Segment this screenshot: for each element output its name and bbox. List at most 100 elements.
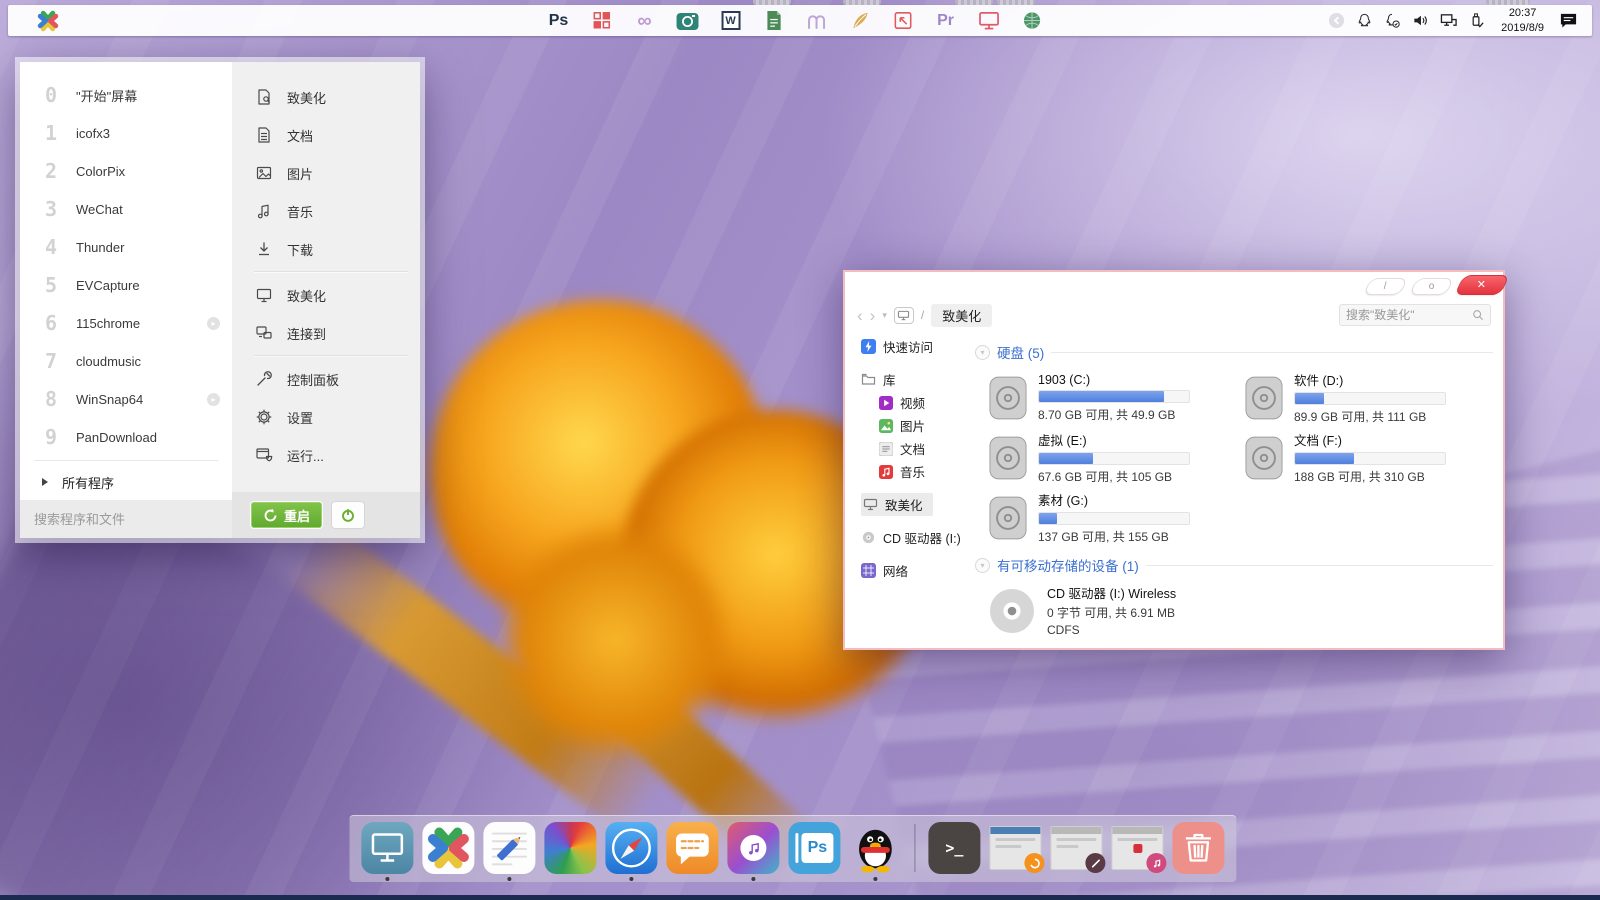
zhimeihua-logo-icon[interactable] xyxy=(36,9,60,33)
volume-icon[interactable] xyxy=(1411,11,1430,30)
dock-item-safari[interactable] xyxy=(605,822,657,881)
drive-c[interactable]: 1903 (C:) 8.70 GB 可用, 共 49.9 GB xyxy=(989,370,1237,425)
close-button[interactable]: ✕ xyxy=(1454,275,1510,295)
usb-icon[interactable] xyxy=(1467,11,1486,30)
dock-item-notes[interactable] xyxy=(483,822,535,881)
messages-bubble-icon xyxy=(666,822,718,874)
globe-icon[interactable] xyxy=(1020,9,1044,33)
start-menu-settings-item[interactable]: 设置 xyxy=(232,398,420,436)
hard-disks-section-header[interactable]: ▾ 硬盘 (5) xyxy=(975,342,1493,362)
start-menu-recent-apps: 0 "开始"屏幕 1 icofx3 2 ColorPix 3 WeChat 4 … xyxy=(20,62,232,538)
start-menu-connect-item[interactable]: 连接到 xyxy=(232,314,420,352)
start-menu-item-colorpix[interactable]: 2 ColorPix xyxy=(20,152,232,190)
history-dropdown-icon[interactable]: ▾ xyxy=(882,310,887,321)
dock-item-messages[interactable] xyxy=(666,822,718,874)
start-menu-item-winsnap64[interactable]: 8 WinSnap64 ▸ xyxy=(20,380,232,418)
collapse-chevron-icon[interactable]: ▾ xyxy=(975,345,990,360)
dock-item-window-preview-1[interactable] xyxy=(989,822,1041,870)
start-menu-music-item[interactable]: 音乐 xyxy=(232,192,420,230)
bottom-edge-bar xyxy=(0,895,1600,900)
removable-devices-section-header[interactable]: ▾ 有可移动存储的设备 (1) xyxy=(975,555,1493,575)
drive-f[interactable]: 文档 (F:) 188 GB 可用, 共 310 GB xyxy=(1245,430,1493,485)
start-menu-item-start-screen[interactable]: 0 "开始"屏幕 xyxy=(20,76,232,114)
green-doc-icon[interactable] xyxy=(762,9,786,33)
qq-service-tray-icon[interactable] xyxy=(1383,11,1402,30)
forward-button[interactable]: › xyxy=(870,307,876,324)
start-menu-run-item[interactable]: 运行... xyxy=(232,436,420,474)
sidebar-item-music[interactable]: 音乐 xyxy=(845,460,973,483)
clock[interactable]: 20:37 2019/8/9 xyxy=(1501,6,1544,35)
dock-item-trash[interactable] xyxy=(1172,822,1224,874)
photoshop-icon[interactable]: Ps xyxy=(547,9,571,33)
sidebar-item-pictures[interactable]: 图片 xyxy=(845,414,973,437)
computer-breadcrumb-icon[interactable] xyxy=(894,307,914,324)
collapse-chevron-icon[interactable]: ▾ xyxy=(975,558,990,573)
start-menu-pictures-item[interactable]: 图片 xyxy=(232,154,420,192)
dock-item-my-computer[interactable] xyxy=(361,822,413,881)
number-4-icon: 4 xyxy=(38,235,64,259)
minimize-button[interactable]: / xyxy=(1363,278,1408,295)
start-menu-downloads-item[interactable]: 下载 xyxy=(232,230,420,268)
power-button[interactable] xyxy=(331,501,365,529)
back-button[interactable]: ‹ xyxy=(857,307,863,324)
action-center-icon[interactable] xyxy=(1559,11,1578,30)
drive-d[interactable]: 软件 (D:) 89.9 GB 可用, 共 111 GB xyxy=(1245,370,1493,425)
all-programs-item[interactable]: 所有程序 xyxy=(20,465,232,499)
terminal-icon: >_ xyxy=(928,822,980,874)
camera-icon[interactable] xyxy=(676,9,700,33)
maxthon-icon[interactable] xyxy=(805,9,829,33)
dock-item-window-preview-3[interactable] xyxy=(1111,822,1163,870)
start-menu-search[interactable] xyxy=(20,500,232,538)
sidebar-item-libraries[interactable]: 库 xyxy=(845,367,973,391)
start-menu-search-input[interactable] xyxy=(34,512,210,527)
dock-item-photoshop[interactable]: Ps xyxy=(788,822,840,874)
start-menu-item-evcapture[interactable]: 5 EVCapture xyxy=(20,266,232,304)
sidebar-item-network[interactable]: 网络 xyxy=(845,558,973,582)
sidebar-item-videos[interactable]: 视频 xyxy=(845,391,973,414)
explorer-search-box[interactable] xyxy=(1339,304,1491,326)
start-menu-item-wechat[interactable]: 3 WeChat xyxy=(20,190,232,228)
screenshot-box-icon[interactable] xyxy=(891,9,915,33)
restart-button[interactable]: 重启 xyxy=(250,501,323,529)
breadcrumb[interactable]: 致美化 xyxy=(931,304,992,327)
start-menu-item-icofx3[interactable]: 1 icofx3 xyxy=(20,114,232,152)
feather-icon[interactable] xyxy=(848,9,872,33)
cd-drive-item[interactable]: CD 驱动器 (I:) Wireless 0 字节 可用, 共 6.91 MB … xyxy=(975,583,1493,639)
start-menu-documents-item[interactable]: 文档 xyxy=(232,116,420,154)
capacity-bar xyxy=(1038,512,1190,525)
word-icon[interactable]: W xyxy=(719,9,743,33)
capacity-bar xyxy=(1294,452,1446,465)
red-monitor-icon[interactable] xyxy=(977,9,1001,33)
explorer-titlebar[interactable]: / o ✕ xyxy=(845,272,1503,300)
start-menu-user-folder-item[interactable]: 致美化 xyxy=(232,78,420,116)
start-menu-item-cloudmusic[interactable]: 7 cloudmusic xyxy=(20,342,232,380)
qq-tray-icon[interactable] xyxy=(1355,11,1374,30)
drive-e[interactable]: 虚拟 (E:) 67.6 GB 可用, 共 105 GB xyxy=(989,430,1237,485)
dock-item-terminal[interactable]: >_ xyxy=(928,822,980,874)
red-grid-icon[interactable] xyxy=(590,9,614,33)
sidebar-item-documents[interactable]: 文档 xyxy=(845,437,973,460)
sidebar-item-this-pc[interactable]: 致美化 xyxy=(845,492,973,516)
dock-item-window-preview-2[interactable] xyxy=(1050,822,1102,870)
start-menu-item-pandownload[interactable]: 9 PanDownload xyxy=(20,418,232,456)
explorer-sidebar: 快速访问 库 视频 xyxy=(845,334,973,582)
hard-disk-icon xyxy=(1245,376,1283,420)
network-icon[interactable] xyxy=(1439,11,1458,30)
explorer-search-input[interactable] xyxy=(1346,308,1468,322)
start-menu-computer-item[interactable]: 致美化 xyxy=(232,276,420,314)
dock-item-photos[interactable] xyxy=(544,822,596,874)
start-menu-control-panel-item[interactable]: 控制面板 xyxy=(232,360,420,398)
documents-icon xyxy=(878,441,893,456)
sidebar-item-cd-drive[interactable]: CD 驱动器 (I:) xyxy=(845,525,973,549)
dock-item-qq[interactable] xyxy=(849,822,901,881)
start-menu-item-thunder[interactable]: 4 Thunder xyxy=(20,228,232,266)
dock-item-zhimeihua-start[interactable] xyxy=(422,822,474,874)
infinity-icon[interactable]: ∞ xyxy=(633,9,657,33)
dock-item-music[interactable] xyxy=(727,822,779,881)
hidden-icons-chevron-icon[interactable] xyxy=(1327,11,1346,30)
drive-g[interactable]: 素材 (G:) 137 GB 可用, 共 155 GB xyxy=(989,490,1237,545)
maximize-button[interactable]: o xyxy=(1409,278,1454,295)
start-menu-item-115chrome[interactable]: 6 115chrome ▸ xyxy=(20,304,232,342)
premiere-icon[interactable]: Pr xyxy=(934,9,958,33)
sidebar-item-quick-access[interactable]: 快速访问 xyxy=(845,334,973,358)
